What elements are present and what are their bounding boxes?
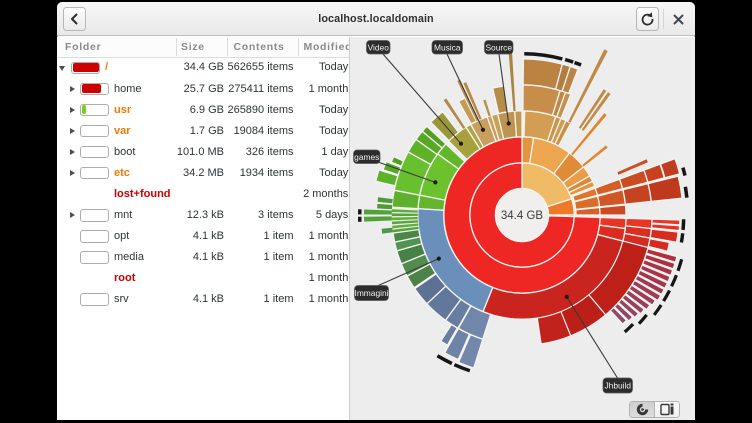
svg-text:games: games: [354, 152, 379, 162]
svg-text:Source: Source: [485, 42, 512, 52]
svg-text:Jhbuild: Jhbuild: [604, 381, 631, 391]
svg-text:Video: Video: [368, 42, 390, 52]
svg-text:Musica: Musica: [434, 42, 461, 52]
svg-text:Immagini: Immagini: [355, 288, 389, 298]
svg-text:34.4 GB: 34.4 GB: [501, 210, 544, 222]
